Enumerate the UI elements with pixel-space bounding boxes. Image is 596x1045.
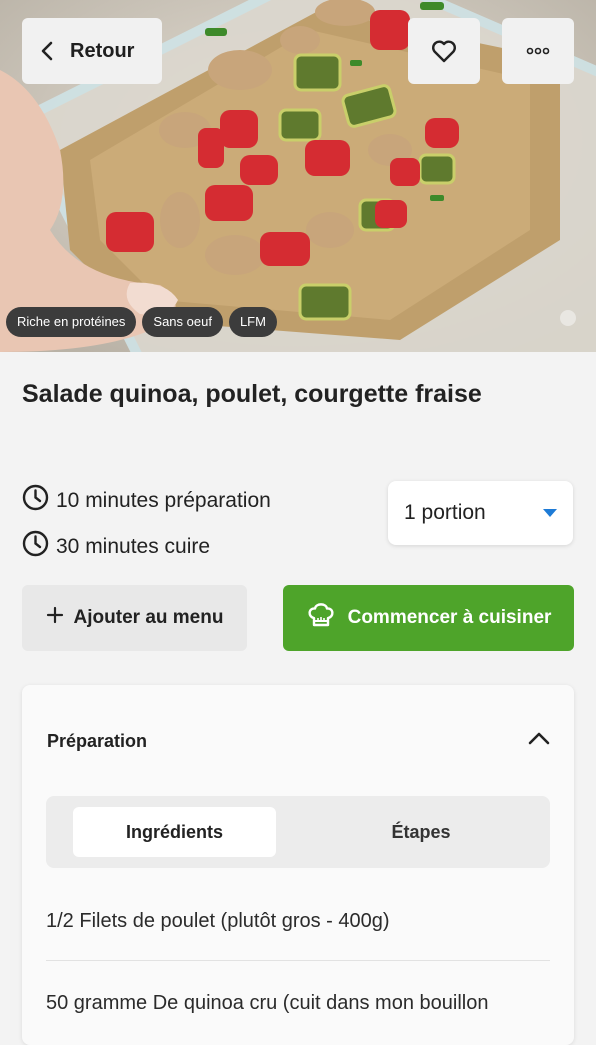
ingredient-item: 1/2 Filets de poulet (plutôt gros - 400g… — [46, 910, 390, 932]
clock-icon — [22, 530, 49, 563]
clock-icon — [22, 484, 49, 517]
caret-down-icon — [543, 509, 557, 517]
portion-value: 1 portion — [404, 501, 486, 524]
preparation-tabs: Ingrédients Étapes — [46, 796, 550, 868]
back-label: Retour — [70, 39, 135, 62]
tag-chip[interactable]: Sans oeuf — [142, 307, 223, 337]
back-button[interactable]: Retour — [22, 18, 162, 84]
tab-ingredients[interactable]: Ingrédients — [73, 807, 276, 857]
preparation-heading: Préparation — [47, 731, 148, 751]
more-horizontal-icon — [526, 47, 550, 55]
start-cooking-button[interactable]: Commencer à cuisiner — [283, 585, 574, 651]
chevron-left-icon — [40, 41, 54, 61]
chef-hat-icon — [306, 602, 336, 634]
tab-steps[interactable]: Étapes — [321, 807, 521, 857]
more-options-button[interactable] — [502, 18, 574, 84]
divider — [46, 960, 550, 961]
chevron-up-icon[interactable] — [528, 731, 550, 750]
tag-chip[interactable]: LFM — [228, 307, 277, 337]
recipe-tags: Riche en protéines Sans oeuf LFM — [6, 307, 277, 337]
plus-icon — [46, 606, 64, 630]
ingredient-item: 50 gramme De quinoa cru (cuit dans mon b… — [46, 992, 489, 1014]
favorite-button[interactable] — [408, 18, 480, 84]
cook-time: 30 minutes cuire — [22, 530, 210, 563]
preparation-card: Préparation Ingrédients Étapes 1/2 Filet… — [22, 685, 574, 1045]
add-to-menu-button[interactable]: Ajouter au menu — [22, 585, 247, 651]
carousel-dot — [560, 310, 576, 326]
recipe-title: Salade quinoa, poulet, courgette fraise — [22, 380, 482, 408]
portion-select[interactable]: 1 portion — [388, 481, 573, 545]
heart-icon — [431, 39, 457, 63]
add-to-menu-label: Ajouter au menu — [73, 607, 224, 628]
start-cooking-label: Commencer à cuisiner — [347, 607, 552, 628]
tag-chip[interactable]: Riche en protéines — [6, 307, 137, 337]
recipe-photo: Retour Riche en protéines Sans oeuf LFM — [0, 0, 596, 352]
prep-time-label: 10 minutes préparation — [56, 488, 271, 512]
prep-time: 10 minutes préparation — [22, 484, 271, 517]
cook-time-label: 30 minutes cuire — [56, 534, 211, 558]
